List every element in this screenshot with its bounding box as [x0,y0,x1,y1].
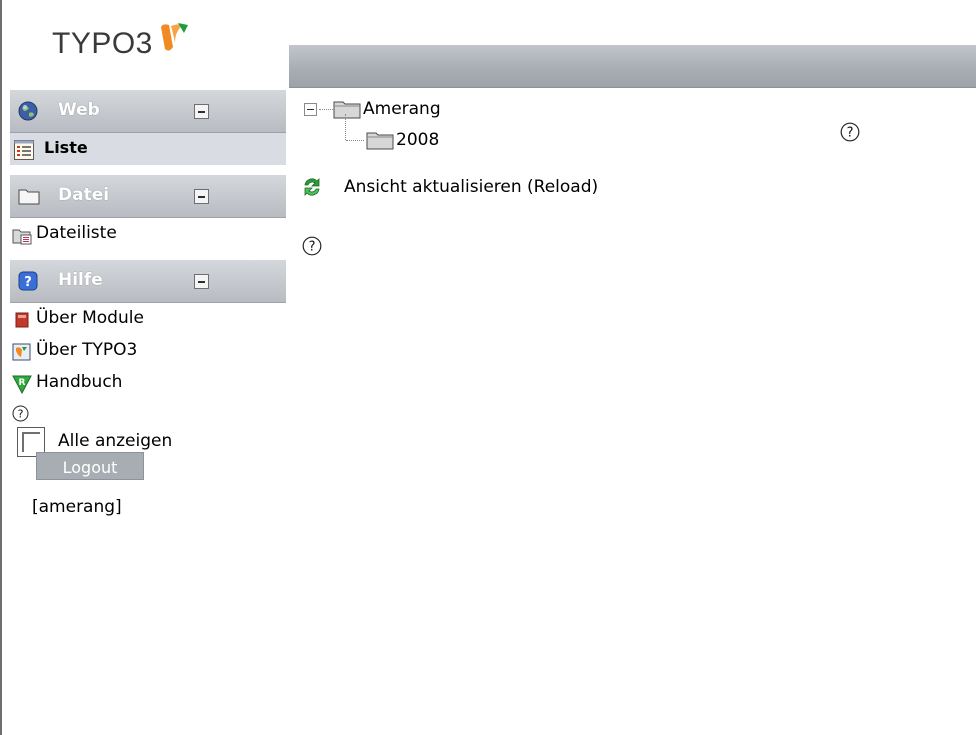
module-label-liste: Liste [44,138,88,157]
group-header-web[interactable]: Web [10,90,286,133]
module-menu: Web Liste Datei Dateiliste ? Hilfe Über … [10,90,286,463]
sidebar-help-row: ? [10,399,286,427]
collapse-icon[interactable] [194,189,209,204]
tree-label-amerang[interactable]: Amerang [363,99,441,119]
tree-help: ? [840,122,860,147]
module-item-ueber-module[interactable]: Über Module [10,303,286,335]
module-label-dateiliste: Dateiliste [36,223,117,243]
collapse-icon[interactable] [194,104,209,119]
help-icon: ? [18,271,38,291]
main-header-bar [289,45,976,88]
globe-icon [18,101,38,121]
module-item-handbuch[interactable]: R Handbuch [10,367,286,399]
collapse-tree-icon[interactable] [304,102,317,116]
context-help-icon[interactable]: ? [302,236,322,256]
module-item-dateiliste[interactable]: Dateiliste [10,218,286,250]
list-icon [14,140,34,160]
book-icon [15,312,29,328]
tree-connector [319,108,333,110]
context-help-icon[interactable]: ? [12,405,29,422]
svg-text:?: ? [847,126,854,141]
tree-node-2008[interactable]: 2008 [344,128,439,152]
tree-label-2008[interactable]: 2008 [396,130,439,150]
module-label-ueber-module: Über Module [36,308,144,328]
window-left-border [0,0,2,735]
typo3-logo-icon [160,23,188,51]
group-label-web: Web [58,100,100,120]
module-label-ueber-typo3: Über TYPO3 [36,340,138,360]
typo3-logo: TYPO3 [52,22,189,66]
group-label-hilfe: Hilfe [58,270,103,290]
folder-icon [366,132,394,150]
module-item-ueber-typo3[interactable]: Über TYPO3 [10,335,286,367]
svg-text:?: ? [309,240,316,255]
logo-text: TYPO3 [52,27,153,60]
filelist-icon [12,229,32,245]
svg-text:R: R [19,378,26,388]
refresh-icon [304,178,320,196]
svg-text:?: ? [18,408,24,421]
module-item-liste[interactable]: Liste [10,133,286,165]
reload-link[interactable]: Ansicht aktualisieren (Reload) [302,176,598,198]
page-help: ? [302,236,322,261]
typo3-icon [12,343,31,361]
reload-label[interactable]: Ansicht aktualisieren (Reload) [344,177,598,197]
tree-node-amerang[interactable]: Amerang [304,98,441,120]
logout-button[interactable]: Logout [36,452,144,480]
group-header-datei[interactable]: Datei [10,175,286,218]
username-label: [amerang] [32,497,122,517]
folder-icon [333,101,361,119]
folder-icon [18,189,40,205]
module-label-handbuch: Handbuch [36,372,123,392]
context-help-icon[interactable]: ? [840,122,860,142]
collapse-icon[interactable] [194,274,209,289]
group-label-datei: Datei [58,185,110,205]
group-header-hilfe[interactable]: ? Hilfe [10,260,286,303]
show-all-label: Alle anzeigen [58,431,173,451]
manual-icon: R [12,375,32,394]
svg-text:?: ? [24,275,32,290]
